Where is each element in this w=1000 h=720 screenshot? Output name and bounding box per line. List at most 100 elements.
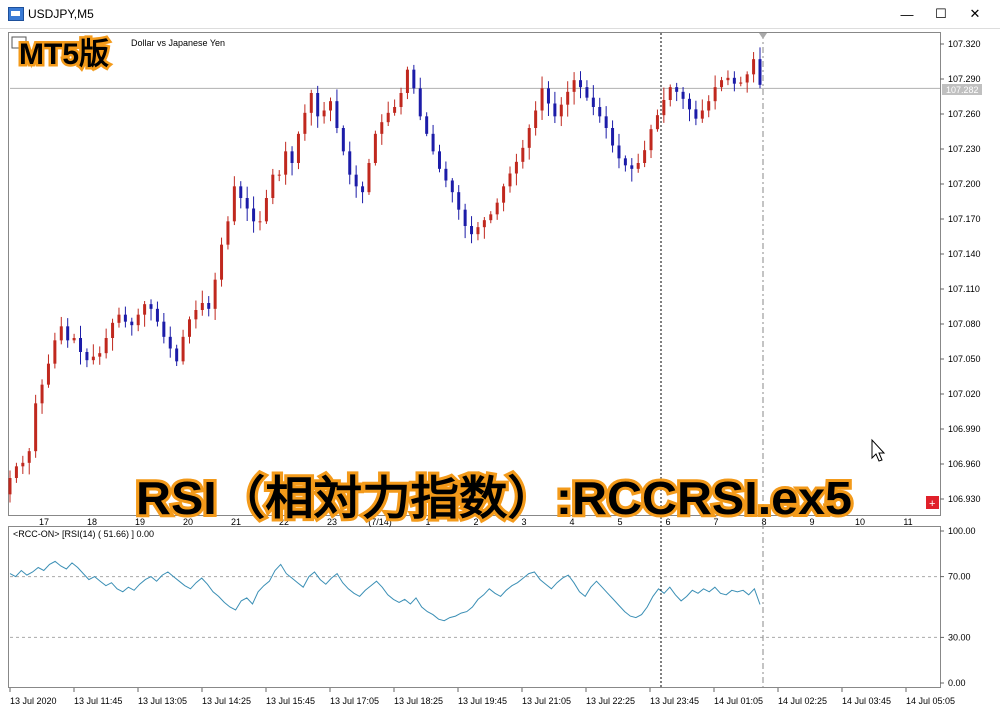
candle-body [675, 87, 679, 92]
candle-body [636, 163, 640, 169]
candle-body [655, 115, 659, 130]
price-axis-label: 107.170 [948, 214, 981, 224]
candle-body [168, 336, 172, 349]
candle-body [700, 110, 704, 119]
candle-body [271, 174, 275, 198]
candle-body [335, 101, 339, 128]
rsi-title: <RCC-ON> [RSI(14) ( 51.66) ] 0.00 [13, 529, 154, 539]
candle-body [59, 326, 63, 341]
price-axis-label: 107.140 [948, 249, 981, 259]
candle-body [130, 321, 134, 326]
candle-body [98, 353, 102, 357]
price-axis-label: 107.050 [948, 354, 981, 364]
candle-body [739, 82, 743, 84]
candle-body [21, 462, 25, 467]
price-axis-label: 107.260 [948, 109, 981, 119]
candle-body [200, 303, 204, 310]
candle-body [521, 147, 525, 162]
candle-body [534, 110, 538, 128]
headline-title: RSI（相対力指数）:RCCRSI.ex5 [136, 472, 852, 524]
candle-body [514, 161, 518, 174]
window-title: USDJPY,M5 [28, 7, 94, 21]
maximize-button[interactable]: ☐ [924, 0, 958, 28]
close-button[interactable]: ✕ [958, 0, 992, 28]
candle-body [14, 466, 18, 478]
time-axis-label: 13 Jul 2020 [10, 696, 57, 706]
candle-body [181, 336, 185, 362]
candle-body [117, 314, 121, 323]
candle-body [303, 112, 307, 134]
candle-body [745, 74, 749, 83]
candle-body [752, 59, 756, 75]
time-axis-label: 13 Jul 18:25 [394, 696, 443, 706]
candle-body [694, 109, 698, 119]
candle-body [143, 304, 147, 315]
minimize-button[interactable]: — [890, 0, 924, 28]
candle-body [585, 87, 589, 98]
candle-body [431, 133, 435, 152]
price-chart-area[interactable] [8, 32, 941, 516]
day-scale-label: 10 [855, 517, 865, 527]
day-scale-label: 17 [39, 517, 49, 527]
time-axis-label: 14 Jul 02:25 [778, 696, 827, 706]
candle-body [136, 314, 140, 326]
candle-body [437, 151, 441, 169]
candle-body [46, 363, 50, 385]
candle-body [155, 308, 159, 322]
time-axis-label: 14 Jul 05:05 [906, 696, 955, 706]
candle-body [316, 93, 320, 117]
candle-body [348, 151, 352, 175]
candle-body [34, 403, 38, 452]
candle-body [463, 209, 467, 226]
candle-body [399, 93, 403, 107]
candle-body [239, 186, 243, 198]
candle-body [149, 304, 153, 309]
candle-body [579, 80, 583, 88]
candle-body [457, 192, 461, 210]
day-scale-label: 11 [903, 517, 912, 527]
price-axis-label: 106.930 [948, 494, 981, 504]
price-axis-label: 107.320 [948, 39, 981, 49]
candle-body [175, 348, 179, 362]
candle-body [540, 88, 544, 111]
rsi-subwindow[interactable] [8, 526, 941, 688]
rsi-axis-label: 30.00 [948, 632, 971, 642]
candle-body [713, 87, 717, 102]
candle-body [245, 198, 249, 209]
candle-body [277, 174, 281, 176]
candle-body [489, 214, 493, 221]
candle-body [393, 107, 397, 113]
candle-body [450, 180, 454, 193]
time-axis-label: 13 Jul 14:25 [202, 696, 251, 706]
candle-body [687, 98, 691, 110]
chart-title: Dollar vs Japanese Yen [131, 38, 225, 48]
candle-body [207, 303, 211, 309]
time-axis-label: 13 Jul 15:45 [266, 696, 315, 706]
candle-body [8, 478, 12, 495]
candle-body [425, 116, 429, 134]
candle-body [649, 129, 653, 151]
price-axis-label: 107.200 [948, 179, 981, 189]
candle-body [444, 168, 448, 181]
price-axis-label: 106.960 [948, 459, 981, 469]
candle-body [162, 321, 166, 337]
time-axis: 13 Jul 2020 13 Jul 11:45 13 Jul 13:05 13 Ju… [9, 688, 955, 706]
candle-body [79, 338, 83, 352]
candle-body [707, 101, 711, 111]
candle-body [85, 352, 89, 361]
candle-body [367, 163, 371, 193]
candle-body [470, 226, 474, 235]
candle-body [213, 279, 217, 309]
candle-body [258, 221, 262, 223]
time-axis-label: 13 Jul 19:45 [458, 696, 507, 706]
candle-body [104, 338, 108, 354]
time-axis-label: 14 Jul 03:45 [842, 696, 891, 706]
candle-body [732, 77, 736, 84]
candle-body [482, 220, 486, 228]
chart-canvas[interactable]: 107.320 107.290 107.260 107.230 107.200 107.1… [0, 28, 1000, 720]
time-axis-label: 13 Jul 21:05 [522, 696, 571, 706]
candle-body [553, 103, 557, 117]
day-scale-label: 18 [87, 517, 97, 527]
rsi-axis-label: 70.00 [948, 572, 971, 582]
candle-body [252, 208, 256, 222]
